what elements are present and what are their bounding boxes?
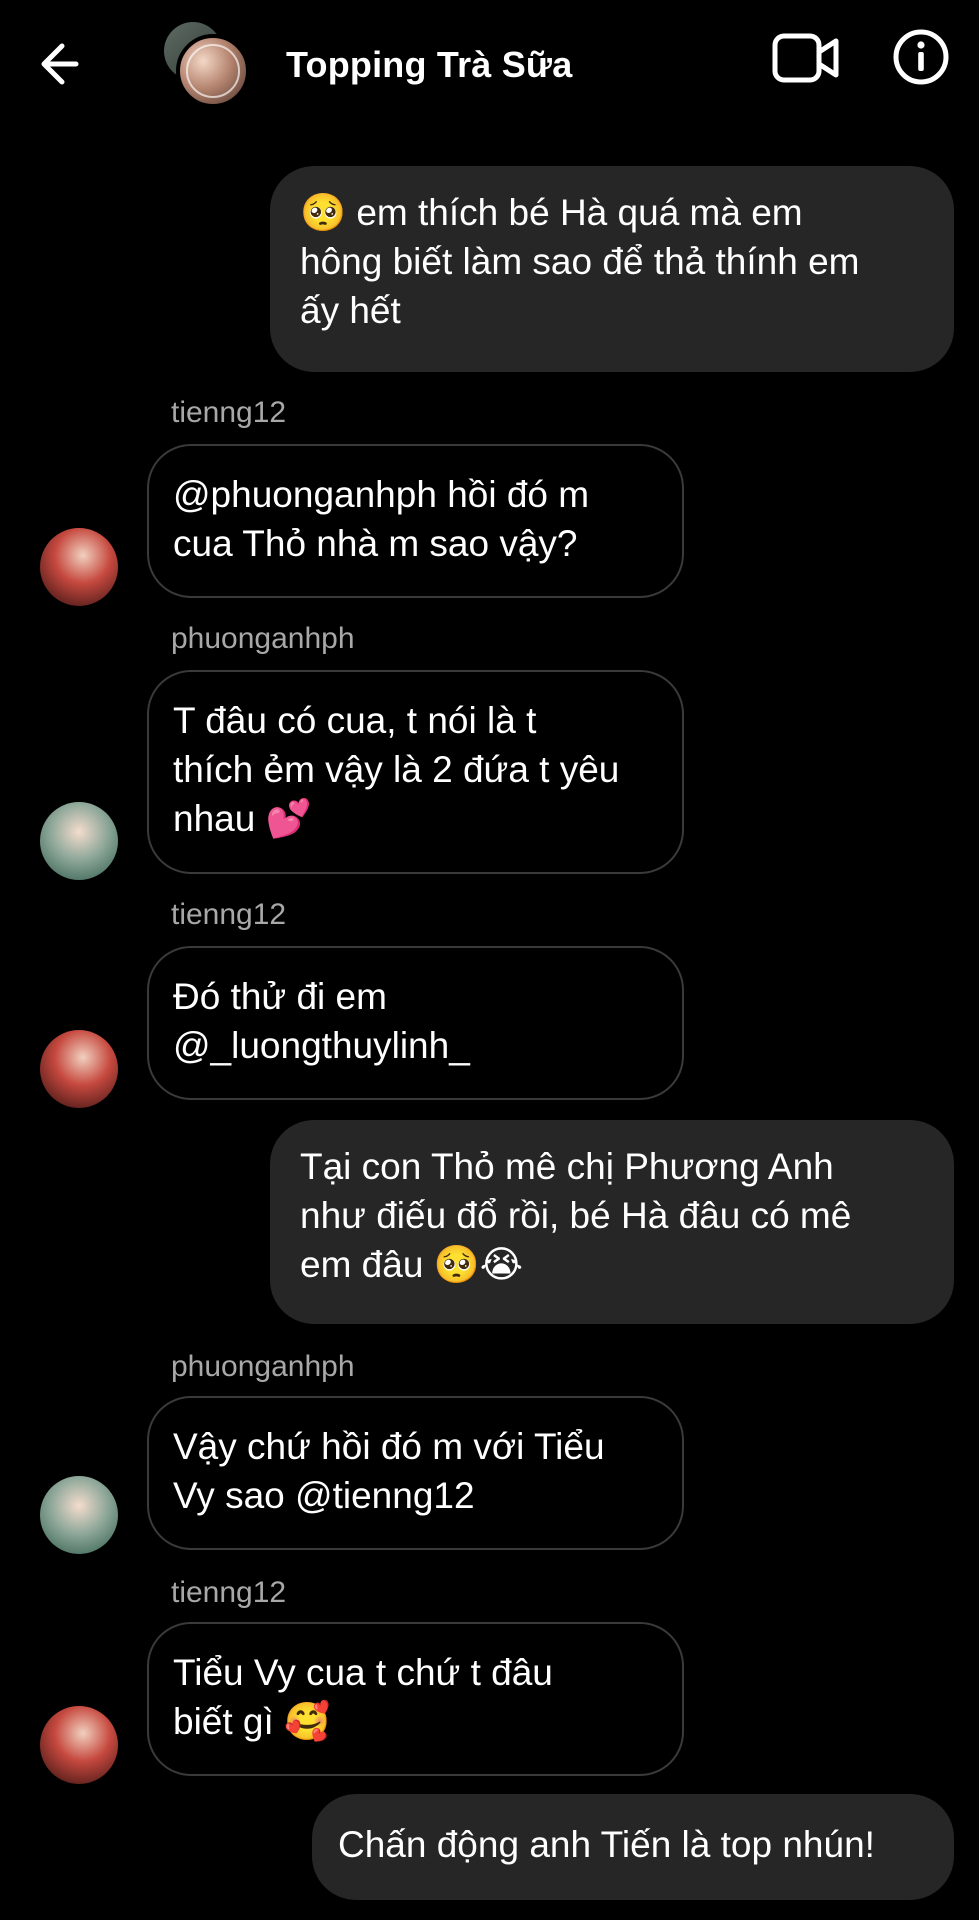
info-button[interactable] (892, 28, 950, 86)
incoming-message-bubble[interactable]: T đâu có cua, t nói là t thích ẻm vậy là… (147, 670, 684, 874)
outgoing-message-bubble[interactable]: Tại con Thỏ mê chị Phương Anh như điếu đ… (270, 1120, 954, 1324)
sender-avatar[interactable] (40, 1030, 118, 1108)
sender-avatar[interactable] (40, 528, 118, 606)
chat-header: Topping Trà Sữa (0, 0, 979, 130)
arrow-left-icon (41, 43, 79, 85)
incoming-message-bubble[interactable]: Đó thử đi em @_luongthuylinh_ (147, 946, 684, 1100)
video-camera-icon (772, 33, 839, 83)
sender-name: phuonganhph (171, 1350, 355, 1383)
video-call-button[interactable] (772, 30, 840, 86)
incoming-message-bubble[interactable]: Vậy chứ hồi đó m với Tiểu Vy sao @tienng… (147, 1396, 684, 1550)
chat-title[interactable]: Topping Trà Sữa (286, 44, 572, 86)
sender-name: tienng12 (171, 1576, 287, 1609)
group-avatar-primary (176, 34, 250, 108)
sender-name: tienng12 (171, 898, 287, 931)
sender-name: tienng12 (171, 396, 287, 429)
back-button[interactable] (36, 36, 92, 92)
sender-avatar[interactable] (40, 1706, 118, 1784)
incoming-message-bubble[interactable]: Tiểu Vy cua t chứ t đâu biết gì 🥰 (147, 1622, 684, 1776)
info-circle-icon (893, 29, 949, 85)
outgoing-message-bubble[interactable]: Chấn động anh Tiến là top nhún! (312, 1794, 954, 1900)
sender-name: phuonganhph (171, 622, 355, 655)
outgoing-message-bubble[interactable]: 🥺 em thích bé Hà quá mà em hông biết làm… (270, 166, 954, 372)
sender-avatar[interactable] (40, 1476, 118, 1554)
incoming-message-bubble[interactable]: @phuonganhph hồi đó m cua Thỏ nhà m sao … (147, 444, 684, 598)
group-avatar[interactable] (160, 22, 252, 112)
sender-avatar[interactable] (40, 802, 118, 880)
